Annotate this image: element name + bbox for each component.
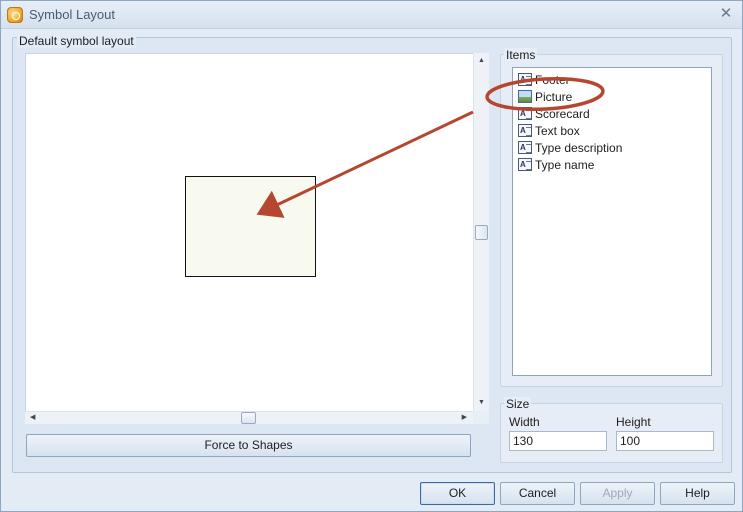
- size-group-label: Size: [504, 397, 532, 411]
- help-label: Help: [685, 486, 710, 500]
- list-item-footer[interactable]: A Footer: [518, 71, 570, 88]
- ok-button[interactable]: OK: [420, 482, 495, 505]
- scroll-down-icon[interactable]: ▼: [477, 399, 486, 407]
- list-item-label: Type name: [535, 157, 595, 172]
- vertical-scrollbar[interactable]: ▲ ▼: [473, 53, 489, 411]
- list-item-label: Scorecard: [535, 106, 590, 121]
- text-item-icon: A: [518, 73, 532, 86]
- width-label: Width: [509, 415, 540, 429]
- apply-button[interactable]: Apply: [580, 482, 655, 505]
- scroll-right-icon[interactable]: ▶: [462, 414, 467, 422]
- width-input[interactable]: 130: [509, 431, 607, 451]
- list-item-scorecard[interactable]: A Scorecard: [518, 105, 590, 122]
- list-item-type-name[interactable]: A Type name: [518, 156, 594, 173]
- symbol-layout-dialog: Symbol Layout ✕ Default symbol layout ▲ …: [0, 0, 743, 512]
- items-list[interactable]: A Footer Picture A Scorecard A Text box …: [512, 67, 712, 376]
- title-bar: Symbol Layout ✕: [1, 1, 742, 29]
- list-item-label: Type description: [535, 140, 623, 155]
- horizontal-scroll-thumb[interactable]: [241, 412, 256, 424]
- default-symbol-layout-label: Default symbol layout: [17, 34, 136, 48]
- list-item-label: Footer: [535, 72, 570, 87]
- vertical-scroll-thumb[interactable]: [475, 225, 488, 240]
- symbol-layout-canvas[interactable]: [25, 53, 473, 411]
- cancel-label: Cancel: [518, 486, 557, 500]
- cancel-button[interactable]: Cancel: [500, 482, 575, 505]
- scroll-corner: [473, 411, 489, 424]
- list-item-picture[interactable]: Picture: [518, 88, 572, 105]
- horizontal-scrollbar[interactable]: ◀ ▶: [25, 411, 473, 424]
- force-to-shapes-button[interactable]: Force to Shapes: [26, 434, 471, 457]
- force-to-shapes-label: Force to Shapes: [204, 438, 293, 452]
- height-label: Height: [616, 415, 651, 429]
- list-item-label: Picture: [535, 89, 573, 104]
- picture-item-icon: [518, 90, 532, 103]
- list-item-label: Text box: [535, 123, 580, 138]
- list-item-text-box[interactable]: A Text box: [518, 122, 580, 139]
- text-item-icon: A: [518, 158, 532, 171]
- ok-label: OK: [448, 486, 467, 500]
- text-item-icon: A: [518, 141, 532, 154]
- items-group-label: Items: [504, 48, 538, 62]
- text-item-icon: A: [518, 124, 532, 137]
- scroll-left-icon[interactable]: ◀: [30, 414, 35, 422]
- scroll-up-icon[interactable]: ▲: [477, 57, 486, 65]
- height-input[interactable]: 100: [616, 431, 714, 451]
- text-item-icon: A: [518, 107, 532, 120]
- help-button[interactable]: Help: [660, 482, 735, 505]
- symbol-shape-preview[interactable]: [185, 176, 316, 277]
- close-icon[interactable]: ✕: [718, 6, 734, 22]
- app-icon: [7, 7, 23, 23]
- window-title: Symbol Layout: [29, 7, 115, 22]
- apply-label: Apply: [602, 486, 633, 500]
- list-item-type-description[interactable]: A Type description: [518, 139, 622, 156]
